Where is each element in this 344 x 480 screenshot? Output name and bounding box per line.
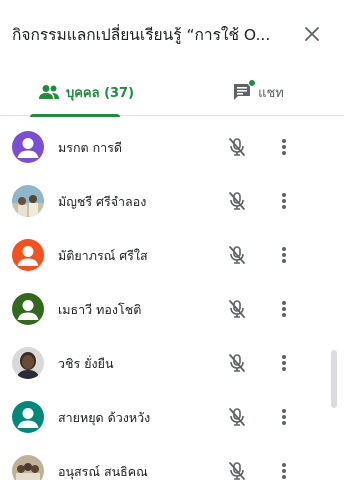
mic-muted-button[interactable]	[226, 352, 248, 374]
mic-off-icon	[229, 462, 245, 480]
people-icon	[38, 85, 59, 99]
tab-people[interactable]: บุคคล (37)	[0, 68, 172, 117]
unread-badge	[248, 79, 257, 87]
photo-avatar-image	[12, 455, 44, 480]
mic-off-icon	[229, 354, 245, 372]
more-options-button[interactable]	[274, 352, 294, 374]
mic-muted-button[interactable]	[226, 406, 248, 428]
mic-off-icon	[229, 300, 245, 318]
tab-bar: บุคคล (37) แชท	[0, 68, 344, 117]
participant-name: มรกต การดี	[58, 140, 123, 155]
more-vert-icon	[282, 463, 286, 479]
more-vert-icon	[282, 355, 286, 371]
participant-row: มรกต การดี	[0, 120, 344, 174]
tab-people-label: บุคคล (37)	[65, 85, 135, 101]
scrollbar-thumb[interactable]	[331, 350, 337, 408]
more-vert-icon	[282, 193, 286, 209]
participant-row: สายหยุด ด้วงหวัง	[0, 390, 344, 444]
participant-name: อนุสรณ์ สนธิคณ	[58, 464, 148, 479]
participant-name: มัญชรี ศรีจำลอง	[58, 194, 147, 209]
more-vert-icon	[282, 301, 286, 317]
avatar	[12, 131, 44, 163]
mic-muted-button[interactable]	[226, 244, 248, 266]
avatar	[12, 455, 44, 480]
meeting-title: กิจกรรมแลกเปลี่ยนเรียนรู้ “การใช้ O...	[12, 26, 271, 44]
participant-row: มัญชรี ศรีจำลอง	[0, 174, 344, 228]
avatar	[12, 293, 44, 325]
mic-off-icon	[229, 192, 245, 210]
person-icon	[17, 138, 39, 158]
tab-chat-label: แชท	[258, 85, 284, 101]
panel-header: กิจกรรมแลกเปลี่ยนเรียนรู้ “การใช้ O...	[0, 0, 344, 68]
person-icon	[17, 246, 39, 266]
participant-name: มัติยาภรณ์ ศรีใส	[58, 248, 148, 263]
mic-off-icon	[229, 138, 245, 156]
avatar	[12, 347, 44, 379]
more-options-button[interactable]	[274, 298, 294, 320]
tab-chat[interactable]: แชท	[172, 68, 344, 116]
participant-row: มัติยาภรณ์ ศรีใส	[0, 228, 344, 282]
photo-avatar-image	[12, 185, 44, 217]
avatar	[12, 401, 44, 433]
participant-row: อนุสรณ์ สนธิคณ	[0, 444, 344, 480]
participant-row: เมธาวี ทองโชติ	[0, 282, 344, 336]
participant-list: มรกต การดี มัญชรี ศรีจำลอง มัติยาภรณ์ ศร…	[0, 117, 344, 480]
more-vert-icon	[282, 139, 286, 155]
more-options-button[interactable]	[274, 136, 294, 158]
more-options-button[interactable]	[274, 190, 294, 212]
photo-avatar-image	[12, 347, 44, 379]
more-vert-icon	[282, 247, 286, 263]
person-icon	[17, 408, 39, 428]
avatar	[12, 185, 44, 217]
close-icon	[305, 27, 319, 41]
mic-muted-button[interactable]	[226, 460, 248, 480]
person-icon	[17, 300, 39, 320]
avatar	[12, 239, 44, 271]
mic-muted-button[interactable]	[226, 298, 248, 320]
mic-off-icon	[229, 246, 245, 264]
participant-name: สายหยุด ด้วงหวัง	[58, 410, 151, 425]
participant-name: วชิร ยั่งยืน	[58, 356, 114, 371]
close-button[interactable]	[298, 20, 326, 48]
mic-off-icon	[229, 408, 245, 426]
mic-muted-button[interactable]	[226, 136, 248, 158]
participant-row: วชิร ยั่งยืน	[0, 336, 344, 390]
participant-name: เมธาวี ทองโชติ	[58, 302, 142, 317]
more-options-button[interactable]	[274, 460, 294, 480]
mic-muted-button[interactable]	[226, 190, 248, 212]
more-options-button[interactable]	[274, 244, 294, 266]
more-vert-icon	[282, 409, 286, 425]
more-options-button[interactable]	[274, 406, 294, 428]
